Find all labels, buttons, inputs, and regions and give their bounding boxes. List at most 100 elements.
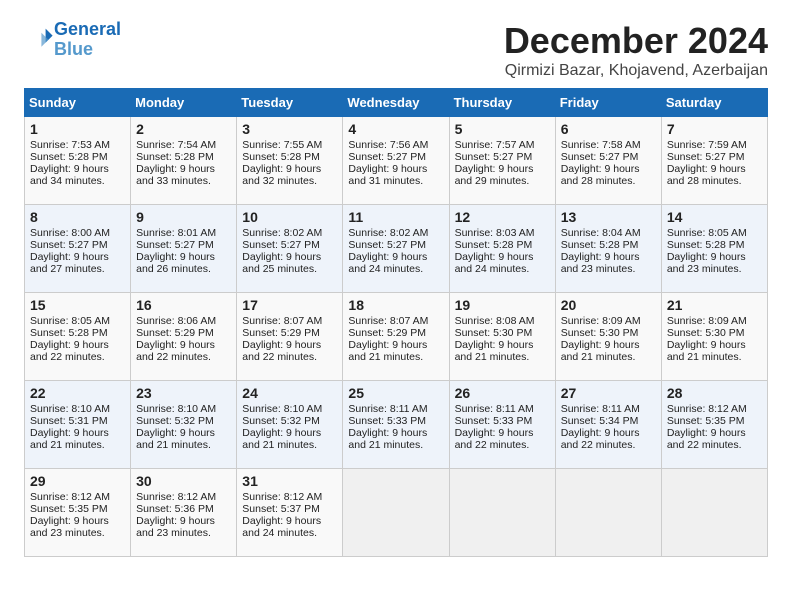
daylight-label: Daylight: 9 hours and 21 minutes.: [136, 427, 215, 451]
sunset-label: Sunset: 5:30 PM: [455, 327, 533, 339]
week-row-4: 22Sunrise: 8:10 AMSunset: 5:31 PMDayligh…: [25, 381, 768, 469]
sunrise-label: Sunrise: 7:56 AM: [348, 139, 428, 151]
sunrise-label: Sunrise: 8:00 AM: [30, 227, 110, 239]
sunset-label: Sunset: 5:35 PM: [30, 503, 108, 515]
calendar-cell: 27Sunrise: 8:11 AMSunset: 5:34 PMDayligh…: [555, 381, 661, 469]
daylight-label: Daylight: 9 hours and 34 minutes.: [30, 163, 109, 187]
daylight-label: Daylight: 9 hours and 22 minutes.: [242, 339, 321, 363]
calendar-cell: 23 Sunrise: 8:10 AMSunset: 5:32 PMDayligh…: [131, 381, 237, 469]
sunset-label: Sunset: 5:27 PM: [348, 239, 426, 251]
sunrise-label: Sunrise: 8:10 AM: [136, 403, 216, 415]
sunset-label: Sunset: 5:29 PM: [242, 327, 320, 339]
calendar-cell: 30Sunrise: 8:12 AMSunset: 5:36 PMDayligh…: [131, 469, 237, 557]
col-header-friday: Friday: [555, 89, 661, 117]
sunrise-label: Sunrise: 8:10 AM: [242, 403, 322, 415]
day-number: 12: [455, 209, 550, 225]
daylight-label: Daylight: 9 hours and 21 minutes.: [30, 427, 109, 451]
daylight-label: Daylight: 9 hours and 22 minutes.: [30, 339, 109, 363]
sunset-label: Sunset: 5:33 PM: [348, 415, 426, 427]
day-number: 2: [136, 121, 231, 137]
sunset-label: Sunset: 5:30 PM: [667, 327, 745, 339]
daylight-label: Daylight: 9 hours and 25 minutes.: [242, 251, 321, 275]
calendar-cell: 8Sunrise: 8:00 AMSunset: 5:27 PMDaylight…: [25, 205, 131, 293]
calendar-cell: 24Sunrise: 8:10 AMSunset: 5:32 PMDayligh…: [237, 381, 343, 469]
day-number: 9: [136, 209, 231, 225]
sunset-label: Sunset: 5:27 PM: [667, 151, 745, 163]
calendar-cell: [343, 469, 449, 557]
daylight-label: Daylight: 9 hours and 22 minutes.: [136, 339, 215, 363]
day-number: 16: [136, 297, 231, 313]
col-header-tuesday: Tuesday: [237, 89, 343, 117]
day-number: 3: [242, 121, 337, 137]
daylight-label: Daylight: 9 hours and 21 minutes.: [561, 339, 640, 363]
calendar-table: SundayMondayTuesdayWednesdayThursdayFrid…: [24, 88, 768, 557]
day-number: 21: [667, 297, 762, 313]
day-number: 27: [561, 385, 656, 401]
day-number: 19: [455, 297, 550, 313]
sunset-label: Sunset: 5:28 PM: [136, 151, 214, 163]
calendar-cell: [449, 469, 555, 557]
calendar-cell: 3Sunrise: 7:55 AMSunset: 5:28 PMDaylight…: [237, 117, 343, 205]
daylight-label: Daylight: 9 hours and 32 minutes.: [242, 163, 321, 187]
calendar-cell: [555, 469, 661, 557]
sunrise-label: Sunrise: 7:54 AM: [136, 139, 216, 151]
daylight-label: Daylight: 9 hours and 21 minutes.: [667, 339, 746, 363]
sunrise-label: Sunrise: 8:07 AM: [242, 315, 322, 327]
day-number: 5: [455, 121, 550, 137]
sunset-label: Sunset: 5:27 PM: [136, 239, 214, 251]
week-row-5: 29Sunrise: 8:12 AMSunset: 5:35 PMDayligh…: [25, 469, 768, 557]
sunrise-label: Sunrise: 8:12 AM: [242, 491, 322, 503]
sunset-label: Sunset: 5:27 PM: [242, 239, 320, 251]
day-number: 10: [242, 209, 337, 225]
sunset-label: Sunset: 5:28 PM: [561, 239, 639, 251]
calendar-body: 1Sunrise: 7:53 AMSunset: 5:28 PMDaylight…: [25, 117, 768, 557]
sunrise-label: Sunrise: 8:08 AM: [455, 315, 535, 327]
sunset-label: Sunset: 5:29 PM: [136, 327, 214, 339]
sunset-label: Sunset: 5:28 PM: [242, 151, 320, 163]
sunset-label: Sunset: 5:29 PM: [348, 327, 426, 339]
sunset-label: Sunset: 5:37 PM: [242, 503, 320, 515]
sunrise-label: Sunrise: 8:11 AM: [561, 403, 640, 415]
week-row-1: 1Sunrise: 7:53 AMSunset: 5:28 PMDaylight…: [25, 117, 768, 205]
daylight-label: Daylight: 9 hours and 23 minutes.: [667, 251, 746, 275]
calendar-cell: 21Sunrise: 8:09 AMSunset: 5:30 PMDayligh…: [661, 293, 767, 381]
calendar-cell: 15Sunrise: 8:05 AMSunset: 5:28 PMDayligh…: [25, 293, 131, 381]
daylight-label: Daylight: 9 hours and 22 minutes.: [455, 427, 534, 451]
calendar-cell: 31Sunrise: 8:12 AMSunset: 5:37 PMDayligh…: [237, 469, 343, 557]
daylight-label: Daylight: 9 hours and 24 minutes.: [242, 515, 321, 539]
calendar-cell: 18Sunrise: 8:07 AMSunset: 5:29 PMDayligh…: [343, 293, 449, 381]
daylight-label: Daylight: 9 hours and 26 minutes.: [136, 251, 215, 275]
day-number: 11: [348, 209, 443, 225]
calendar-header-row: SundayMondayTuesdayWednesdayThursdayFrid…: [25, 89, 768, 117]
sunrise-label: Sunrise: 8:05 AM: [30, 315, 110, 327]
calendar-cell: 13Sunrise: 8:04 AMSunset: 5:28 PMDayligh…: [555, 205, 661, 293]
day-number: 17: [242, 297, 337, 313]
day-number: 14: [667, 209, 762, 225]
calendar-cell: 2 Sunrise: 7:54 AMSunset: 5:28 PMDaylight…: [131, 117, 237, 205]
sunrise-label: Sunrise: 8:03 AM: [455, 227, 535, 239]
daylight-label: Daylight: 9 hours and 24 minutes.: [348, 251, 427, 275]
sunrise-label: Sunrise: 8:11 AM: [348, 403, 427, 415]
sunrise-label: Sunrise: 7:59 AM: [667, 139, 747, 151]
daylight-label: Daylight: 9 hours and 28 minutes.: [561, 163, 640, 187]
sunset-label: Sunset: 5:32 PM: [136, 415, 214, 427]
day-number: 6: [561, 121, 656, 137]
col-header-saturday: Saturday: [661, 89, 767, 117]
daylight-label: Daylight: 9 hours and 33 minutes.: [136, 163, 215, 187]
calendar-cell: 19 Sunrise: 8:08 AMSunset: 5:30 PMDayligh…: [449, 293, 555, 381]
sunrise-label: Sunrise: 7:53 AM: [30, 139, 110, 151]
day-number: 23: [136, 385, 231, 401]
month-title: December 2024: [504, 20, 768, 62]
calendar-cell: 5Sunrise: 7:57 AMSunset: 5:27 PMDaylight…: [449, 117, 555, 205]
daylight-label: Daylight: 9 hours and 31 minutes.: [348, 163, 427, 187]
daylight-label: Daylight: 9 hours and 21 minutes.: [455, 339, 534, 363]
sunrise-label: Sunrise: 8:05 AM: [667, 227, 747, 239]
sunset-label: Sunset: 5:27 PM: [561, 151, 639, 163]
sunset-label: Sunset: 5:28 PM: [30, 151, 108, 163]
calendar-cell: 12Sunrise: 8:03 AMSunset: 5:28 PMDayligh…: [449, 205, 555, 293]
calendar-cell: 26Sunrise: 8:11 AMSunset: 5:33 PMDayligh…: [449, 381, 555, 469]
day-number: 7: [667, 121, 762, 137]
day-number: 25: [348, 385, 443, 401]
col-header-thursday: Thursday: [449, 89, 555, 117]
day-number: 22: [30, 385, 125, 401]
